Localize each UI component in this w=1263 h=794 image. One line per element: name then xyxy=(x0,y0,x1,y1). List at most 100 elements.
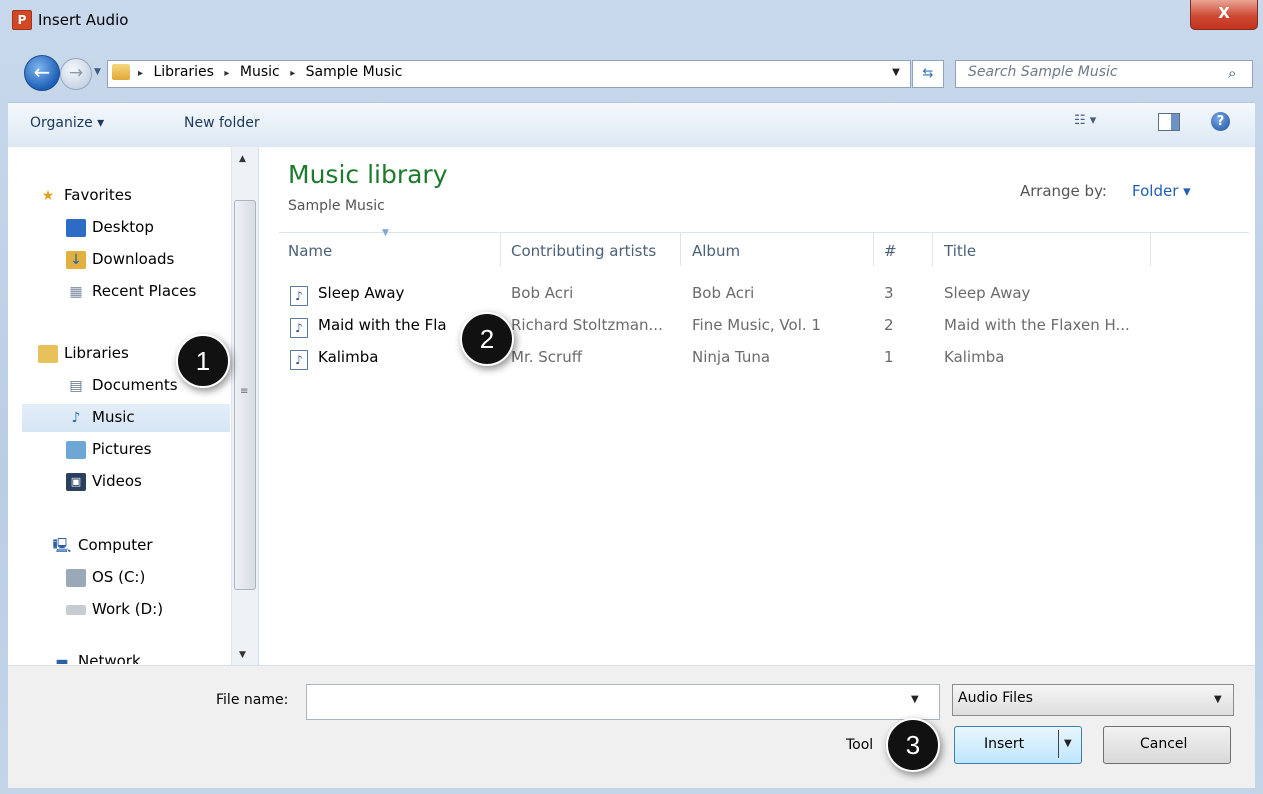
column-divider[interactable] xyxy=(680,232,681,266)
breadcrumb-separator[interactable]: ▸ xyxy=(290,68,295,79)
nav-label: Recent Places xyxy=(92,282,197,300)
pictures-icon xyxy=(66,440,86,459)
column-contributing-artists[interactable]: Contributing artists xyxy=(511,242,656,260)
breadcrumb-libraries[interactable]: Libraries xyxy=(153,64,213,80)
downloads-icon: ↓ xyxy=(66,250,86,269)
column-name[interactable]: Name xyxy=(288,242,332,260)
file-artist: Mr. Scruff xyxy=(511,348,583,366)
new-folder-button[interactable]: New folder xyxy=(184,115,260,131)
tools-button[interactable]: Tool xyxy=(846,737,873,753)
back-button[interactable]: ← xyxy=(24,55,60,91)
nav-label: Desktop xyxy=(92,218,154,236)
forward-button[interactable]: → xyxy=(60,58,92,90)
breadcrumb-separator[interactable]: ▸ xyxy=(224,68,229,79)
preview-pane-icon[interactable] xyxy=(1158,113,1180,131)
sort-arrow-icon: ▼ xyxy=(382,228,389,238)
library-subtitle: Sample Music xyxy=(288,198,385,214)
file-name: Maid with the Fla xyxy=(318,316,447,334)
nav-label: OS (C:) xyxy=(92,568,146,586)
file-list-pane xyxy=(259,147,1255,665)
scroll-up-icon[interactable]: ▲ xyxy=(239,154,246,164)
file-track-number: 3 xyxy=(884,284,894,302)
file-name-input[interactable] xyxy=(306,684,940,720)
audio-file-icon: ♪ xyxy=(290,318,308,338)
file-album: Ninja Tuna xyxy=(692,348,771,366)
help-icon[interactable]: ? xyxy=(1211,112,1230,131)
videos-icon: ▣ xyxy=(66,472,86,491)
close-button[interactable]: X xyxy=(1190,0,1258,30)
file-title: Maid with the Flaxen H... xyxy=(944,316,1130,334)
nav-item-music[interactable]: ♪ Music xyxy=(66,408,135,432)
refresh-button[interactable]: ⇆ xyxy=(912,60,944,88)
column-number[interactable]: # xyxy=(884,242,897,260)
address-dropdown-icon[interactable]: ▼ xyxy=(885,60,907,86)
insert-split-divider xyxy=(1058,730,1059,758)
libraries-icon xyxy=(38,344,58,363)
file-title: Sleep Away xyxy=(944,284,1031,302)
column-divider[interactable] xyxy=(873,232,874,266)
nav-item-desktop[interactable]: Desktop xyxy=(66,218,154,242)
arrange-by-dropdown[interactable]: Folder ▾ xyxy=(1132,182,1191,200)
insert-options-dropdown-icon[interactable]: ▼ xyxy=(1064,738,1072,749)
change-view-icon[interactable]: ☷ ▾ xyxy=(1074,113,1096,128)
breadcrumb-sample-music[interactable]: Sample Music xyxy=(306,64,403,80)
column-divider[interactable] xyxy=(932,232,933,266)
nav-label: Downloads xyxy=(92,250,175,268)
search-icon[interactable]: ⌕ xyxy=(1228,64,1236,82)
nav-item-downloads[interactable]: ↓ Downloads xyxy=(66,250,174,274)
drive-c-icon xyxy=(66,568,86,587)
organize-button[interactable]: Organize ▾ xyxy=(30,115,104,131)
file-name: Sleep Away xyxy=(318,284,405,302)
file-type-dropdown-icon[interactable]: ▼ xyxy=(1214,694,1222,705)
column-album[interactable]: Album xyxy=(692,242,740,260)
nav-item-libraries[interactable]: Libraries xyxy=(38,344,129,368)
column-divider[interactable] xyxy=(1150,232,1151,266)
file-track-number: 1 xyxy=(884,348,894,366)
audio-file-icon: ♪ xyxy=(290,286,308,306)
nav-item-os-c[interactable]: OS (C:) xyxy=(66,568,145,592)
breadcrumb-separator[interactable]: ▸ xyxy=(138,68,143,79)
nav-item-computer[interactable]: 🖳 Computer xyxy=(52,536,153,560)
nav-label: Documents xyxy=(92,376,178,394)
powerpoint-icon: P xyxy=(12,10,32,30)
nav-item-videos[interactable]: ▣ Videos xyxy=(66,472,142,496)
callout-step-2: 2 xyxy=(460,312,514,366)
insert-label: Insert xyxy=(984,736,1025,752)
cancel-label: Cancel xyxy=(1140,736,1188,752)
file-title: Kalimba xyxy=(944,348,1005,366)
breadcrumb-music[interactable]: Music xyxy=(240,64,280,80)
nav-network-clip: ▬ Network xyxy=(52,652,228,664)
desktop-icon xyxy=(66,218,86,237)
file-album: Bob Acri xyxy=(692,284,755,302)
file-track-number: 2 xyxy=(884,316,894,334)
column-title[interactable]: Title xyxy=(944,242,976,260)
nav-item-favorites[interactable]: ★ Favorites xyxy=(38,186,132,210)
file-name-dropdown-icon[interactable]: ▼ xyxy=(911,694,919,705)
music-note-icon: ♪ xyxy=(71,409,81,426)
callout-step-3: 3 xyxy=(886,718,940,772)
nav-item-documents[interactable]: ▤ Documents xyxy=(66,376,178,400)
file-row[interactable]: ♪ Maid with the Fla Richard Stoltzman...… xyxy=(288,316,1248,342)
column-header-rule xyxy=(279,232,1249,233)
nav-label: Pictures xyxy=(92,440,152,458)
recent-pages-dropdown-icon[interactable]: ▼ xyxy=(94,67,104,77)
nav-item-pictures[interactable]: Pictures xyxy=(66,440,151,464)
nav-item-recent-places[interactable]: ▦ Recent Places xyxy=(66,282,196,306)
column-divider[interactable] xyxy=(500,232,501,266)
file-type-value: Audio Files xyxy=(958,690,1033,706)
nav-label: Videos xyxy=(92,472,142,490)
scroll-down-icon[interactable]: ▼ xyxy=(239,650,246,660)
file-row[interactable]: ♪ Sleep Away Bob Acri Bob Acri 3 Sleep A… xyxy=(288,284,1248,310)
file-row[interactable]: ♪ Kalimba Mr. Scruff Ninja Tuna 1 Kalimb… xyxy=(288,348,1248,374)
arrange-by-label: Arrange by: xyxy=(1020,182,1107,200)
file-album: Fine Music, Vol. 1 xyxy=(692,316,821,334)
file-artist: Richard Stoltzman... xyxy=(511,316,663,334)
nav-label: Work (D:) xyxy=(92,600,164,618)
nav-item-network[interactable]: ▬ Network xyxy=(52,652,140,665)
computer-icon: 🖳 xyxy=(52,537,72,554)
network-icon: ▬ xyxy=(55,653,69,665)
folder-icon xyxy=(112,64,130,80)
nav-label: Computer xyxy=(78,536,153,554)
search-placeholder: Search Sample Music xyxy=(968,64,1118,80)
nav-item-work-d[interactable]: Work (D:) xyxy=(66,600,163,624)
